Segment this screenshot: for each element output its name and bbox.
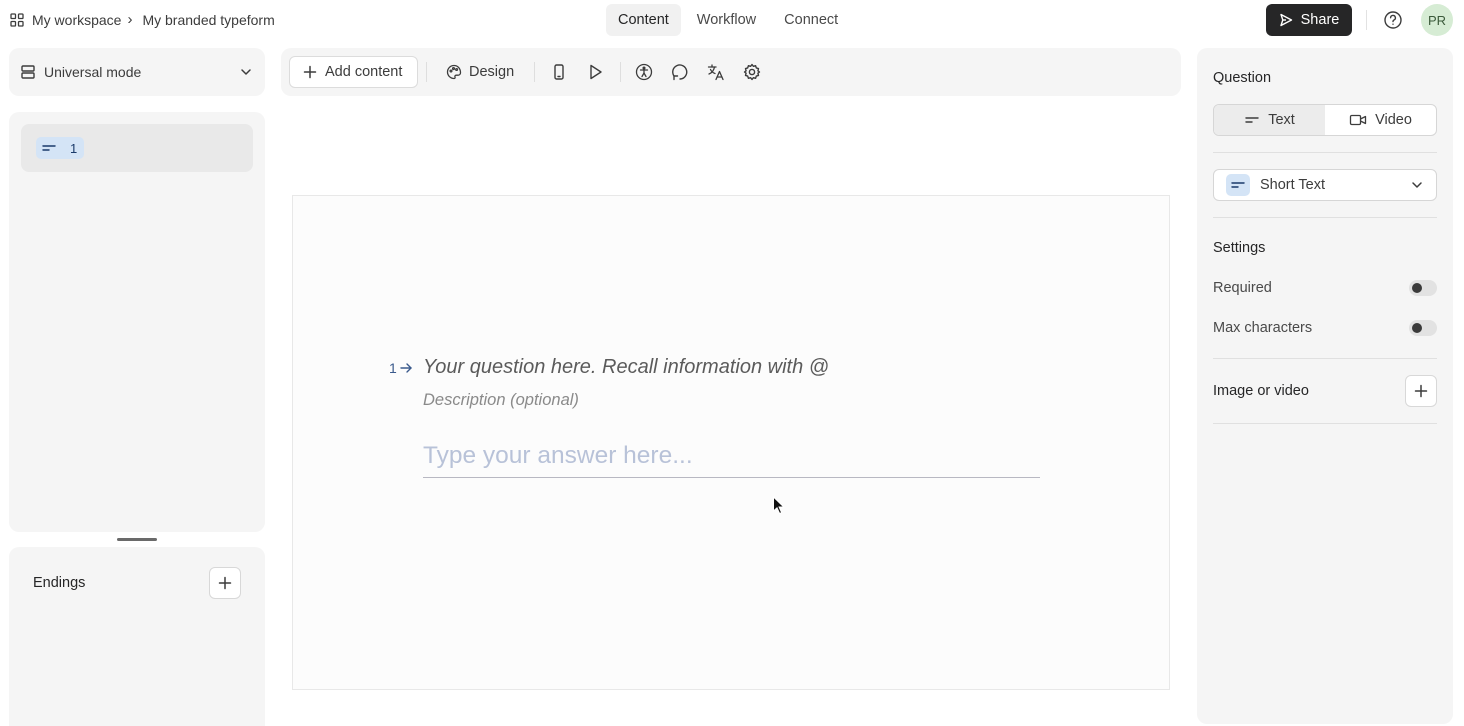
- endings-section: Endings: [9, 547, 265, 726]
- send-icon: [1279, 13, 1293, 27]
- question-number: 1: [389, 360, 397, 376]
- text-lines-icon: [1244, 114, 1260, 126]
- avatar[interactable]: PR: [1421, 4, 1453, 36]
- tab-workflow[interactable]: Workflow: [685, 4, 768, 36]
- settings-heading: Settings: [1213, 240, 1266, 256]
- chevron-down-icon: [1410, 178, 1424, 192]
- play-icon[interactable]: [585, 62, 605, 82]
- editor-toolbar: Add content Design: [281, 48, 1181, 96]
- divider: [1366, 10, 1367, 30]
- divider: [1213, 217, 1437, 218]
- question-heading: Question: [1213, 70, 1272, 86]
- palette-icon: [446, 64, 462, 80]
- segment-text-label: Text: [1268, 112, 1295, 128]
- breadcrumb-workspace[interactable]: My workspace: [32, 12, 121, 28]
- endings-title: Endings: [33, 575, 86, 591]
- toolbar-divider: [620, 62, 621, 82]
- add-content-label: Add content: [325, 64, 403, 80]
- image-or-video-label: Image or video: [1213, 383, 1309, 399]
- max-characters-label: Max characters: [1213, 320, 1313, 336]
- help-icon[interactable]: [1383, 10, 1403, 30]
- share-button[interactable]: Share: [1266, 4, 1352, 36]
- arrow-right-icon: [399, 362, 413, 374]
- layout-icon: [20, 64, 36, 80]
- divider: [1213, 358, 1437, 359]
- breadcrumb: My workspace › My branded typeform: [10, 11, 275, 28]
- chevron-down-icon: [239, 65, 253, 79]
- divider: [1213, 152, 1437, 153]
- question-number-indicator: 1: [389, 360, 413, 376]
- question-list-item[interactable]: 1: [21, 124, 253, 172]
- toolbar-divider: [426, 62, 427, 82]
- panel-resize-handle[interactable]: [117, 538, 157, 541]
- required-toggle[interactable]: [1409, 280, 1437, 296]
- max-characters-setting: Max characters: [1213, 320, 1437, 336]
- answer-field[interactable]: Type your answer here...: [423, 438, 1040, 478]
- short-text-icon: [1226, 174, 1250, 196]
- segment-video-label: Video: [1375, 112, 1412, 128]
- settings-icon[interactable]: [742, 62, 762, 82]
- design-button[interactable]: Design: [446, 56, 514, 88]
- workspace-grid-icon[interactable]: [10, 12, 24, 27]
- mouse-pointer-icon: [772, 496, 786, 516]
- mobile-preview-icon[interactable]: [549, 62, 569, 82]
- video-camera-icon: [1349, 113, 1367, 127]
- translate-icon[interactable]: [706, 62, 726, 82]
- question-format-toggle: Text Video: [1213, 104, 1437, 136]
- segment-text[interactable]: Text: [1214, 105, 1325, 135]
- question-description-input[interactable]: Description (optional): [423, 391, 579, 410]
- top-bar: My workspace › My branded typeform Conte…: [0, 0, 1464, 40]
- required-label: Required: [1213, 280, 1272, 296]
- divider: [1213, 423, 1437, 424]
- question-badge: 1: [36, 137, 84, 159]
- max-characters-toggle[interactable]: [1409, 320, 1437, 336]
- question-number: 1: [70, 140, 78, 156]
- accessibility-icon[interactable]: [634, 62, 654, 82]
- mode-selector[interactable]: Universal mode: [9, 48, 265, 96]
- main-nav-tabs: Content Workflow Connect: [606, 4, 850, 36]
- question-list: 1: [9, 112, 265, 532]
- question-title-input[interactable]: Your question here. Recall information w…: [423, 356, 829, 379]
- plus-icon: [218, 576, 232, 590]
- tab-connect[interactable]: Connect: [772, 4, 850, 36]
- question-type-dropdown[interactable]: Short Text: [1213, 169, 1437, 201]
- short-text-icon: [42, 143, 56, 153]
- question-settings-panel: Question Text Video Short Text Settings …: [1197, 48, 1453, 724]
- required-setting: Required: [1213, 280, 1437, 296]
- add-ending-button[interactable]: [209, 567, 241, 599]
- tab-content[interactable]: Content: [606, 4, 681, 36]
- breadcrumb-separator: ›: [127, 11, 133, 28]
- mode-label: Universal mode: [44, 64, 142, 80]
- add-content-button[interactable]: Add content: [289, 56, 418, 88]
- form-preview-canvas: 1 Your question here. Recall information…: [292, 195, 1170, 690]
- image-or-video-setting: Image or video: [1213, 375, 1437, 407]
- question-type-label: Short Text: [1260, 177, 1326, 193]
- breadcrumb-form[interactable]: My branded typeform: [142, 12, 274, 28]
- toolbar-divider: [534, 62, 535, 82]
- logic-icon[interactable]: [670, 62, 690, 82]
- segment-video[interactable]: Video: [1325, 105, 1436, 135]
- add-media-button[interactable]: [1405, 375, 1437, 407]
- design-label: Design: [469, 64, 515, 80]
- share-label: Share: [1300, 12, 1340, 28]
- plus-icon: [1414, 384, 1428, 398]
- plus-icon: [303, 65, 317, 79]
